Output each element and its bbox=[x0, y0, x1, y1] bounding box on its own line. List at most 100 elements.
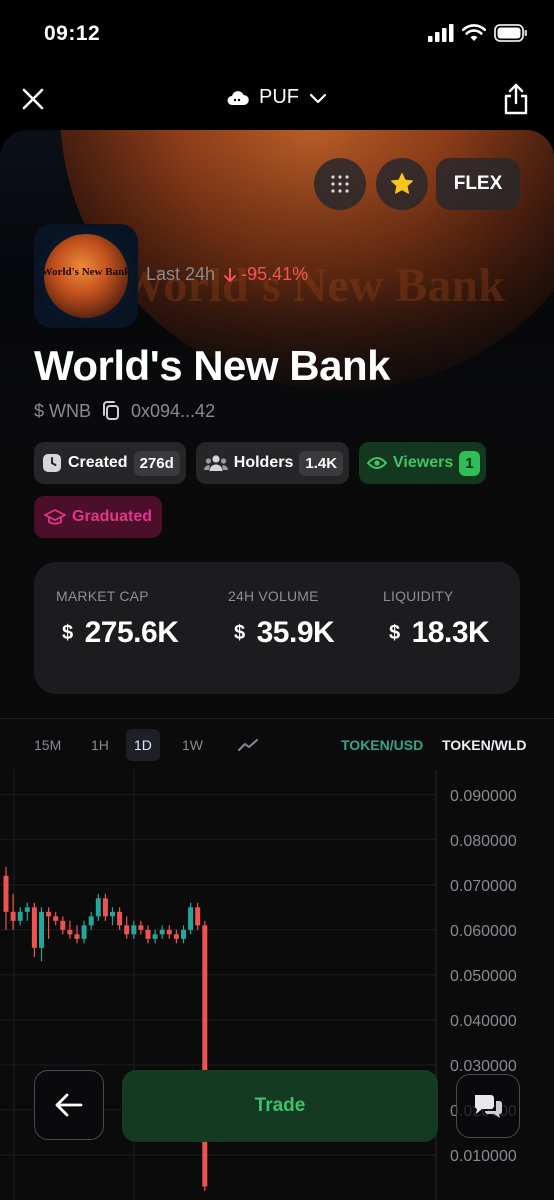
copy-icon[interactable] bbox=[101, 400, 121, 422]
favorite-button[interactable] bbox=[376, 158, 428, 210]
wifi-icon bbox=[462, 24, 486, 41]
market-stats-card: MARKET CAP $ 275.6K 24H VOLUME $ 35.9K L… bbox=[34, 562, 520, 694]
volume-value: 35.9K bbox=[256, 616, 335, 649]
timeframe-1h[interactable]: 1H bbox=[83, 729, 117, 761]
graduated-label: Graduated bbox=[72, 508, 153, 525]
token-hero: World's New Bank FLEX World's New Bank L… bbox=[0, 130, 554, 720]
chat-button[interactable] bbox=[456, 1074, 520, 1138]
candle-body bbox=[173, 934, 179, 939]
candle-body bbox=[124, 925, 130, 935]
token-address[interactable]: 0x094...42 bbox=[131, 401, 215, 422]
viewers-label: Viewers bbox=[393, 454, 454, 471]
signal-icon bbox=[428, 24, 454, 42]
candle-body bbox=[110, 911, 115, 917]
status-time: 09:12 bbox=[44, 22, 101, 45]
created-label: Created bbox=[68, 454, 128, 471]
y-tick-label: 0.010000 bbox=[450, 1148, 517, 1165]
candle-body bbox=[145, 929, 151, 939]
network-selector[interactable]: PUF bbox=[0, 86, 554, 109]
y-tick-label: 0.050000 bbox=[450, 968, 517, 985]
nav-bar: PUF bbox=[0, 70, 554, 130]
back-button[interactable] bbox=[34, 1070, 104, 1140]
candle-body bbox=[60, 920, 66, 930]
holders-chip[interactable]: Holders 1.4K bbox=[195, 442, 350, 484]
candle-body bbox=[46, 911, 52, 917]
market-cap-value: 275.6K bbox=[84, 616, 179, 649]
share-icon[interactable] bbox=[500, 82, 532, 116]
candle-body bbox=[67, 929, 73, 935]
pair-token-wld[interactable]: TOKEN/WLD bbox=[442, 737, 527, 753]
candle-body bbox=[166, 929, 172, 935]
clock-icon bbox=[43, 454, 61, 472]
candle-body bbox=[117, 911, 123, 926]
viewers-chip: Viewers 1 bbox=[359, 442, 486, 484]
candle-body bbox=[74, 934, 80, 939]
liquidity-stat: LIQUIDITY $ 18.3K bbox=[383, 588, 490, 650]
pair-token-usd[interactable]: TOKEN/USD bbox=[341, 737, 423, 753]
market-cap-stat: MARKET CAP $ 275.6K bbox=[56, 588, 179, 650]
timeframe-15m[interactable]: 15M bbox=[26, 729, 69, 761]
network-name: PUF bbox=[259, 86, 299, 108]
candle-body bbox=[24, 907, 30, 912]
timeframe-1d[interactable]: 1D bbox=[126, 729, 160, 761]
line-chart-icon[interactable] bbox=[238, 737, 258, 753]
menu-grid-button[interactable] bbox=[314, 158, 366, 210]
candle-body bbox=[17, 911, 23, 921]
candle-body bbox=[39, 911, 44, 948]
flex-button[interactable]: FLEX bbox=[436, 158, 520, 210]
y-tick-label: 0.090000 bbox=[450, 788, 517, 805]
candle-body bbox=[159, 929, 165, 935]
users-icon bbox=[203, 455, 228, 471]
candle-body bbox=[31, 907, 37, 948]
candle-body bbox=[195, 907, 201, 926]
chart-controls: 15M 1H 1D 1W TOKEN/USD TOKEN/WLD bbox=[0, 718, 554, 770]
eye-icon bbox=[367, 457, 388, 469]
volume-label: 24H VOLUME bbox=[228, 588, 319, 604]
candle-body bbox=[102, 898, 108, 917]
y-tick-label: 0.060000 bbox=[450, 923, 517, 940]
viewers-value: 1 bbox=[459, 450, 480, 476]
price-change: Last 24h -95.41% bbox=[146, 264, 308, 285]
grid-dots-icon bbox=[331, 175, 349, 193]
candle-body bbox=[88, 916, 94, 926]
change-label: Last 24h bbox=[146, 264, 216, 284]
status-bar: 09:12 bbox=[0, 0, 554, 70]
liquidity-label: LIQUIDITY bbox=[383, 588, 454, 604]
star-icon bbox=[391, 173, 413, 194]
currency-symbol: $ bbox=[234, 621, 245, 644]
currency-symbol: $ bbox=[62, 621, 73, 644]
created-chip: Created 276d bbox=[34, 442, 186, 484]
candle-body bbox=[138, 925, 144, 930]
timeframe-1w[interactable]: 1W bbox=[174, 729, 211, 761]
y-tick-label: 0.030000 bbox=[450, 1058, 517, 1075]
arrow-down-icon bbox=[224, 267, 237, 282]
candle-body bbox=[131, 925, 137, 935]
candle-body bbox=[81, 925, 87, 939]
currency-symbol: $ bbox=[389, 621, 400, 644]
volume-stat: 24H VOLUME $ 35.9K bbox=[228, 588, 335, 650]
holders-value: 1.4K bbox=[299, 450, 344, 476]
market-cap-label: MARKET CAP bbox=[56, 588, 149, 604]
candle-body bbox=[95, 898, 101, 917]
candle-body bbox=[10, 911, 16, 921]
candle-body bbox=[152, 934, 158, 939]
candle-body bbox=[3, 875, 9, 912]
change-value: -95.41% bbox=[223, 264, 308, 285]
chevron-down-icon bbox=[309, 93, 327, 103]
battery-icon bbox=[494, 24, 527, 42]
candle-body bbox=[188, 907, 194, 930]
token-identifiers: $ WNB 0x094...42 bbox=[34, 400, 215, 422]
graduation-cap-icon bbox=[44, 509, 66, 525]
chat-icon bbox=[474, 1095, 503, 1118]
y-tick-label: 0.070000 bbox=[450, 878, 517, 895]
token-ticker: $ WNB bbox=[34, 400, 92, 421]
arrow-left-icon bbox=[55, 1093, 83, 1117]
liquidity-value: 18.3K bbox=[411, 616, 490, 649]
token-logo: World's New Bank bbox=[34, 224, 138, 328]
trade-button[interactable]: Trade bbox=[122, 1070, 438, 1142]
cloud-icon bbox=[227, 90, 249, 105]
created-value: 276d bbox=[133, 450, 180, 476]
candle-body bbox=[53, 916, 59, 921]
y-tick-label: 0.080000 bbox=[450, 833, 517, 850]
token-chips: Created 276d Holders 1.4K Viewers 1 Grad… bbox=[34, 442, 524, 538]
